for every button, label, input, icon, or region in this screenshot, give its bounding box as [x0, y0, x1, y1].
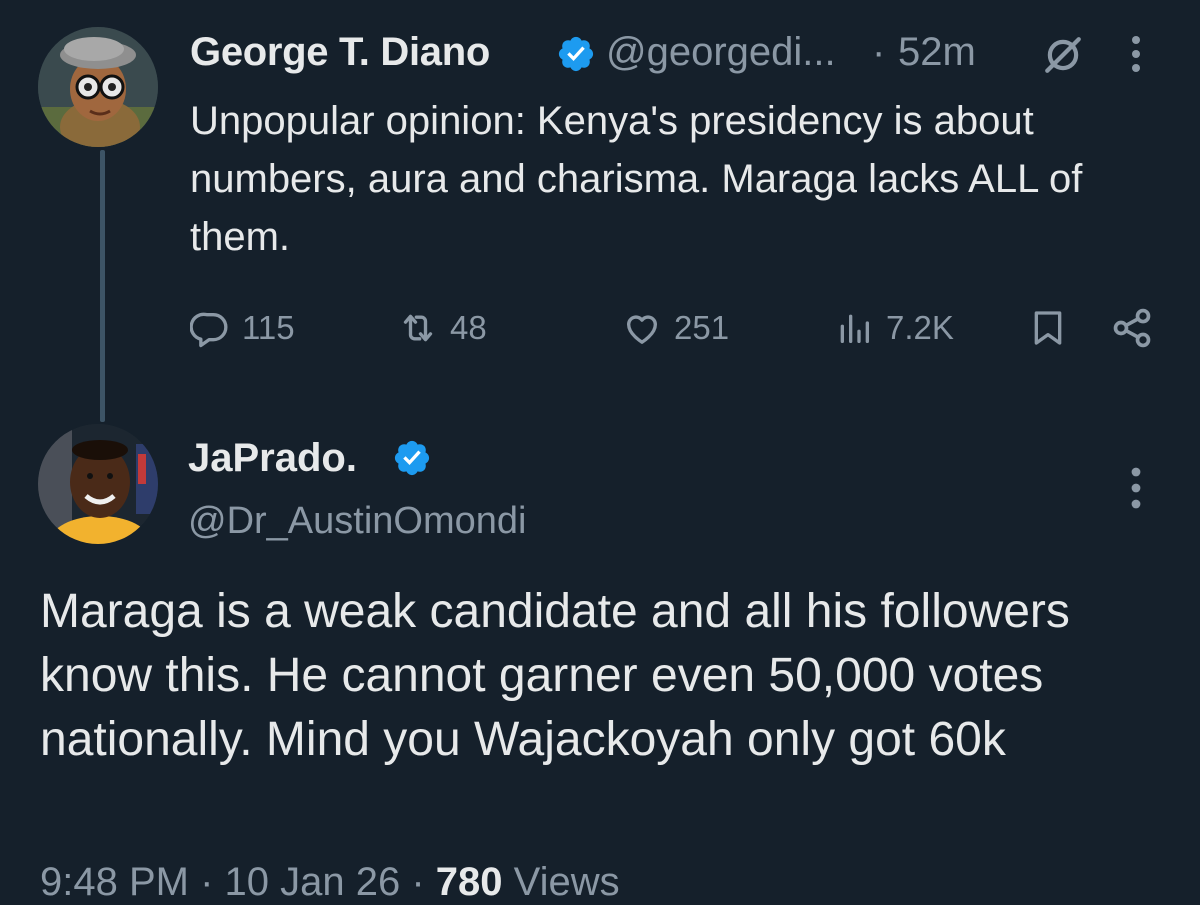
verified-badge-icon	[394, 440, 430, 476]
reply-views-label: Views	[502, 860, 620, 904]
reply-count: 115	[242, 309, 295, 346]
views-button[interactable]: 7.2K	[834, 308, 954, 348]
reply-button[interactable]: 115	[190, 308, 295, 348]
like-count: 251	[674, 309, 730, 346]
reply-meta-footer: 9:48 PM · 10 Jan 26 · 780 Views	[40, 860, 620, 905]
george-avatar[interactable]	[38, 27, 158, 147]
separator-dot: ·	[872, 30, 886, 74]
reply-author-name[interactable]: JaPrado.	[188, 436, 357, 481]
avatar-cartoon-image	[38, 27, 158, 147]
japrado-avatar[interactable]	[38, 424, 158, 544]
retweet-icon	[403, 314, 433, 342]
grok-icon[interactable]	[1042, 34, 1084, 76]
verified-badge-icon	[558, 36, 594, 72]
thread-connector-line	[100, 150, 105, 422]
views-icon	[840, 314, 869, 343]
more-options-icon[interactable]	[1122, 466, 1150, 510]
share-button[interactable]	[1110, 308, 1154, 348]
reply-timestamp[interactable]: 9:48 PM · 10 Jan 26 ·	[40, 860, 436, 904]
like-button[interactable]: 251	[622, 308, 729, 348]
reply-handle[interactable]: @Dr_AustinOmondi	[188, 500, 526, 543]
parent-timestamp[interactable]: 52m	[898, 30, 976, 75]
share-icon	[1113, 308, 1151, 348]
parent-author-name[interactable]: George T. Diano	[190, 30, 490, 75]
more-options-icon[interactable]	[1122, 34, 1150, 74]
retweet-count: 48	[450, 309, 487, 346]
parent-handle[interactable]: @georgedi...	[606, 30, 836, 75]
bookmark-button[interactable]	[1028, 308, 1068, 348]
retweet-button[interactable]: 48	[398, 308, 487, 348]
reply-tweet-text: Maraga is a weak candidate and all his f…	[40, 585, 1070, 766]
like-icon	[626, 315, 658, 344]
parent-tweet-text: Unpopular opinion: Kenya's presidency is…	[190, 99, 1083, 259]
views-count: 7.2K	[886, 309, 954, 346]
reply-icon	[190, 312, 228, 348]
bookmark-icon	[1034, 311, 1062, 345]
avatar-photo-image	[38, 424, 158, 544]
reply-views-count: 780	[435, 860, 503, 904]
